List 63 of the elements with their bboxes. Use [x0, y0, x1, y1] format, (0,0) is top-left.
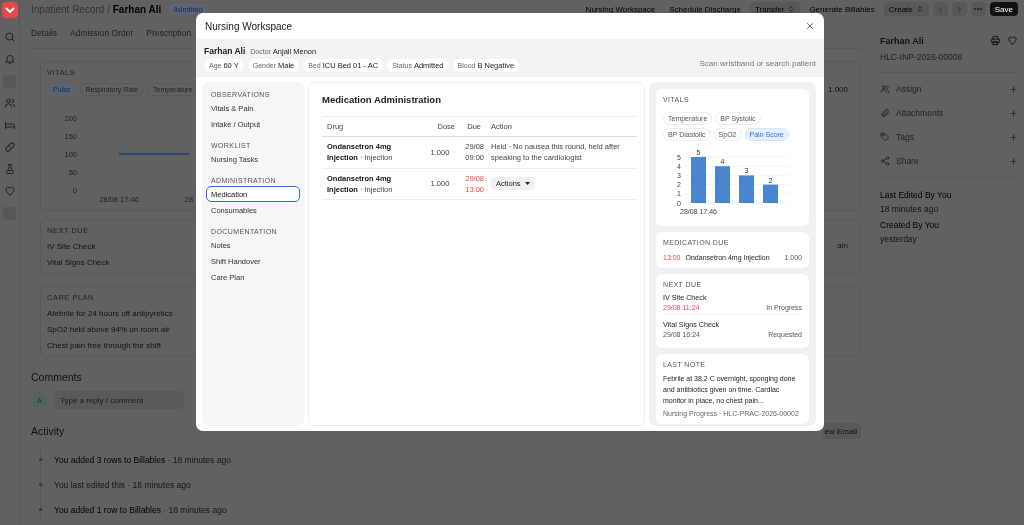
value-text: 1.000 — [827, 85, 848, 94]
email-button[interactable]: ew Email — [822, 423, 861, 439]
heart-icon[interactable] — [3, 185, 16, 197]
next-button[interactable] — [951, 2, 967, 16]
activity-item: You added 1 row to Billables · 18 minutes ago — [54, 504, 227, 515]
logo-icon[interactable] — [1, 2, 18, 18]
heart-icon[interactable] — [1007, 35, 1018, 46]
text-fragment: ain — [837, 241, 848, 250]
dropdown-button[interactable]: Create — [883, 2, 929, 16]
meta-value: 18 minutes ago — [880, 204, 940, 214]
action-button[interactable]: Generate Billables — [804, 2, 880, 16]
capsule-icon[interactable] — [3, 141, 16, 153]
meta-label: Created By You — [880, 220, 941, 230]
meta-label: Last Edited By You — [880, 190, 953, 200]
chart-bar — [715, 166, 730, 203]
task-item: Vital Signs Check — [47, 258, 110, 267]
dialog-title: Nursing Workspace — [205, 20, 293, 32]
plus-icon[interactable] — [1009, 132, 1018, 142]
chart-bar — [739, 175, 754, 203]
save-button[interactable]: Save — [989, 2, 1018, 16]
tab[interactable]: Details — [31, 28, 57, 38]
close-button[interactable] — [805, 21, 815, 31]
people-icon[interactable] — [3, 97, 16, 109]
activity-item: You added 3 rows to Billables · 18 minutes ago — [54, 454, 231, 465]
action-button[interactable]: Nursing Workspace — [580, 2, 661, 16]
section-title: Medication Administration — [322, 94, 442, 105]
section-title: Activity — [31, 425, 65, 437]
timeline-dot — [39, 508, 42, 511]
chart-line — [118, 153, 190, 155]
section-title: Comments — [31, 371, 82, 383]
share-icon — [880, 156, 890, 166]
activity-item: You last edited this · 18 minutes ago — [54, 479, 191, 490]
previous-button[interactable] — [932, 2, 948, 16]
plus-icon[interactable] — [1009, 156, 1018, 166]
tag-icon — [880, 132, 890, 142]
tab[interactable]: Prescription — [146, 28, 192, 38]
more-button[interactable] — [970, 2, 986, 16]
patient-name: Farhan Ali — [204, 46, 246, 56]
printer-icon[interactable] — [990, 35, 1001, 46]
bed-icon[interactable] — [3, 119, 16, 131]
care-plan-item: Chest pain free through the shift — [47, 341, 161, 350]
timeline-dot — [39, 483, 42, 486]
people-icon — [880, 84, 890, 94]
care-plan-item: Afebrile for 24 hours off antipyretics — [47, 309, 173, 318]
flask-icon[interactable] — [3, 163, 16, 175]
sidebar-action[interactable]: Tags — [896, 132, 1003, 142]
bell-icon[interactable] — [3, 53, 16, 65]
action-button[interactable]: Schedule Discharge — [664, 2, 746, 16]
close-icon — [805, 21, 815, 31]
search-icon[interactable] — [3, 31, 16, 43]
paperclip-icon — [880, 108, 890, 118]
search-field[interactable]: Scan wristband or search patient — [676, 55, 816, 71]
plus-icon[interactable] — [1009, 84, 1018, 94]
plus-icon[interactable] — [1009, 108, 1018, 118]
record-title: Farhan Ali — [880, 35, 925, 46]
meta-value: yesterday — [880, 234, 918, 244]
sort-icon — [915, 5, 924, 13]
caret-icon — [524, 182, 530, 186]
sort-icon — [787, 5, 796, 13]
chart-bar — [691, 157, 706, 203]
task-item: IV Site Check — [47, 242, 96, 251]
record-id: HLC-INP-2026-00008 — [880, 52, 964, 62]
timeline-dot — [39, 458, 42, 461]
